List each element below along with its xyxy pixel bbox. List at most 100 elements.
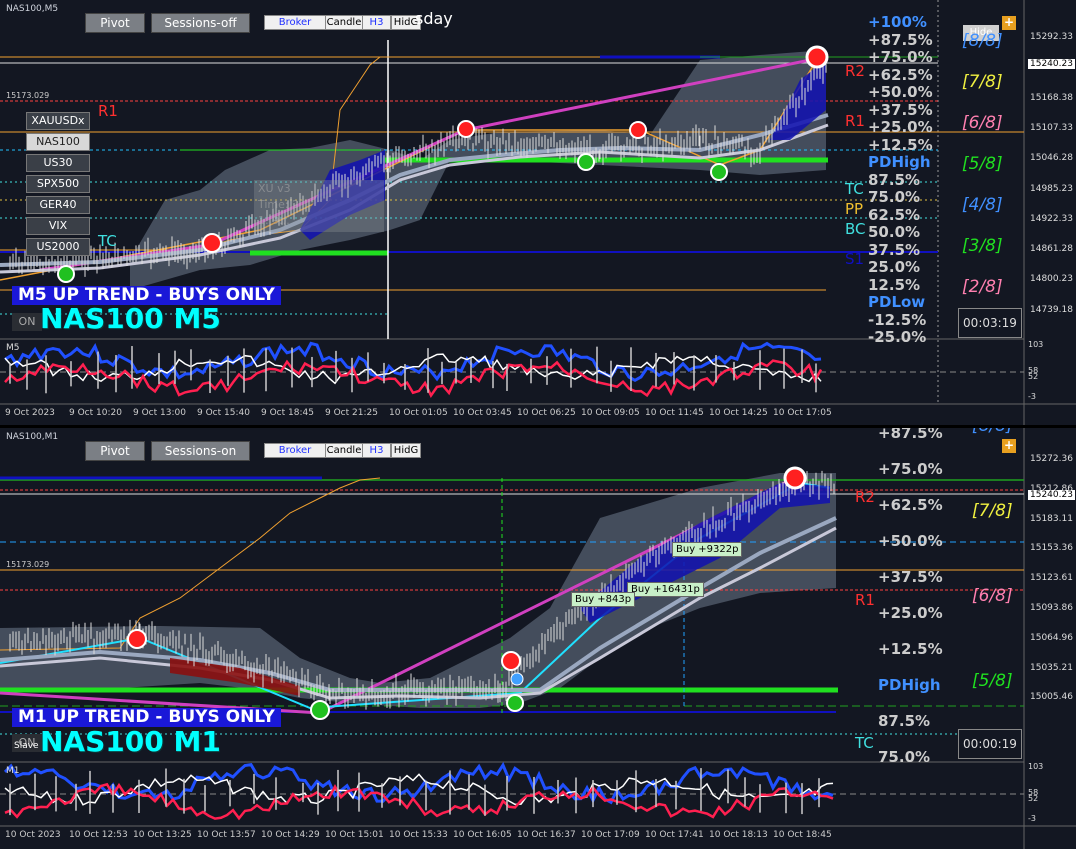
pct-level-label: +25.0% (868, 118, 933, 136)
m5-chart-pane[interactable]: NAS100,M5 Pivot Sessions-off Broker Cand… (0, 0, 1076, 425)
tc-left-label: TC (98, 232, 117, 250)
price-tick: 15107.33 (1030, 122, 1073, 133)
bar-timer: 00:03:19 (958, 308, 1022, 338)
price-tick: 14922.33 (1030, 213, 1073, 224)
fraction-label: [3/8] (962, 236, 1003, 256)
r1-left-label: R1 (98, 102, 118, 120)
time-tick: 10 Oct 17:05 (773, 408, 832, 418)
osc-value: -3 (1028, 814, 1036, 823)
symbol-button-us2000[interactable]: US2000 (26, 238, 90, 256)
time-tick: 10 Oct 15:01 (325, 830, 384, 840)
r1-label: R1 (845, 112, 865, 130)
pct-level-label: 75.0% (868, 188, 921, 206)
symbol-button-ger40[interactable]: GER40 (26, 196, 90, 214)
time-tick: 10 Oct 17:09 (581, 830, 640, 840)
pct-level-label: +75.0% (868, 48, 933, 66)
symbol-button-vix[interactable]: VIX (26, 217, 90, 235)
tab-broker[interactable]: Broker (264, 443, 326, 458)
pct-level-label: 87.5% (868, 170, 921, 189)
buy-label: Buy +16431p (627, 582, 704, 597)
time-tick: 9 Oct 15:40 (197, 408, 250, 418)
time-tick: 10 Oct 15:33 (389, 830, 448, 840)
pct-level-label: +37.5% (878, 568, 943, 586)
symbol-button-us30[interactable]: US30 (26, 154, 90, 172)
pct-level-label: 12.5% (868, 275, 921, 294)
osc-value: 103 (1028, 762, 1044, 771)
pct-level-label: 37.5% (868, 240, 921, 259)
pct-level-label: +75.0% (878, 460, 943, 478)
pct-level-label: 87.5% (878, 712, 931, 730)
time-tick: 10 Oct 16:37 (517, 830, 576, 840)
tooltip-line: Time: 2 (258, 198, 300, 211)
plus-button[interactable]: + (1002, 439, 1016, 453)
symbol-button-spx500[interactable]: SPX500 (26, 175, 90, 193)
time-tick: 10 Oct 2023 (5, 830, 61, 840)
time-tick: 10 Oct 01:05 (389, 408, 448, 418)
tab-candle[interactable]: Candle (325, 443, 363, 458)
time-tick: 9 Oct 21:25 (325, 408, 378, 418)
time-tick: 10 Oct 14:25 (709, 408, 768, 418)
crosshair-tooltip: XU v3 Time: 2 1: 9... (254, 180, 384, 232)
s1-label: S1 (845, 250, 865, 268)
tab-h3[interactable]: H3 (362, 15, 391, 30)
time-tick: 9 Oct 18:45 (261, 408, 314, 418)
pct-level-label: +87.5% (878, 428, 943, 442)
time-tick: 10 Oct 18:45 (773, 830, 832, 840)
time-tick: 10 Oct 09:05 (581, 408, 640, 418)
tab-broker[interactable]: Broker (264, 15, 326, 30)
price-tick: 15292.33 (1030, 32, 1073, 42)
m1-chart-pane[interactable]: NAS100,M1 Pivot Sessions-on Broker Candl… (0, 428, 1076, 849)
tooltip-line: XU v3 (258, 182, 291, 195)
pct-level-label: PDHigh (878, 676, 941, 694)
tab-h3[interactable]: H3 (362, 443, 391, 458)
price-tick: 15064.96 (1030, 632, 1073, 643)
symbol-button-nas100[interactable]: NAS100 (26, 133, 90, 151)
time-tick: 10 Oct 06:25 (517, 408, 576, 418)
time-tick: 10 Oct 16:05 (453, 830, 512, 840)
osc-value: 103 (1028, 340, 1044, 349)
time-tick: 9 Oct 2023 (5, 408, 55, 418)
pct-level-label: 50.0% (868, 223, 921, 241)
price-tick: 15046.28 (1030, 153, 1073, 164)
price-tick: 14739.18 (1030, 304, 1073, 315)
buy-label: Buy +9322p (672, 542, 743, 557)
level-price-label: 15173.029 (6, 91, 50, 100)
tc-label: TC (855, 734, 874, 752)
pct-level-label: +87.5% (868, 30, 933, 49)
time-tick: 10 Oct 14:29 (261, 830, 320, 840)
tab-hidg[interactable]: HidG (391, 443, 421, 458)
time-tick: 9 Oct 13:00 (133, 408, 186, 418)
osc-value: -3 (1028, 392, 1036, 401)
pivot-button[interactable]: Pivot (85, 13, 145, 33)
pct-level-label: PDLow (868, 293, 926, 311)
tc-label: TC (845, 180, 864, 198)
bc-label: BC (845, 220, 866, 238)
chart-title: NAS100 M5 (40, 302, 221, 335)
tooltip-line: 1: 9... (258, 214, 290, 227)
r2-label: R2 (845, 62, 865, 80)
sessions-button[interactable]: Sessions-off (151, 13, 250, 33)
pct-level-label: +25.0% (878, 604, 943, 622)
pct-level-label: 25.0% (868, 258, 921, 276)
time-tick: 10 Oct 17:41 (645, 830, 704, 840)
pct-level-label: 62.5% (868, 205, 921, 224)
pct-level-label: PDHigh (868, 153, 931, 171)
pct-level-label: +100% (868, 13, 927, 31)
fraction-label: [6/8] (972, 586, 1013, 606)
pct-level-label: +12.5% (868, 135, 933, 154)
time-tick: 10 Oct 13:57 (197, 830, 256, 840)
price-tick: 15093.86 (1030, 603, 1073, 613)
pivot-button[interactable]: Pivot (85, 441, 145, 461)
price-tick: 15035.21 (1030, 662, 1073, 673)
fraction-label: [5/8] (962, 154, 1003, 174)
plus-button[interactable]: + (1002, 16, 1016, 30)
on-button[interactable]: ON (12, 313, 42, 331)
r2-label: R2 (855, 488, 875, 506)
symbol-button-xauusdx[interactable]: XAUUSDx (26, 112, 90, 130)
time-tick: 10 Oct 11:45 (645, 408, 704, 418)
sessions-button[interactable]: Sessions-on (151, 441, 250, 461)
tab-candle[interactable]: Candle (325, 15, 363, 30)
pct-level-label: +62.5% (868, 65, 933, 84)
price-tick: 15168.38 (1030, 92, 1073, 103)
pct-level-label: -12.5% (868, 310, 927, 329)
